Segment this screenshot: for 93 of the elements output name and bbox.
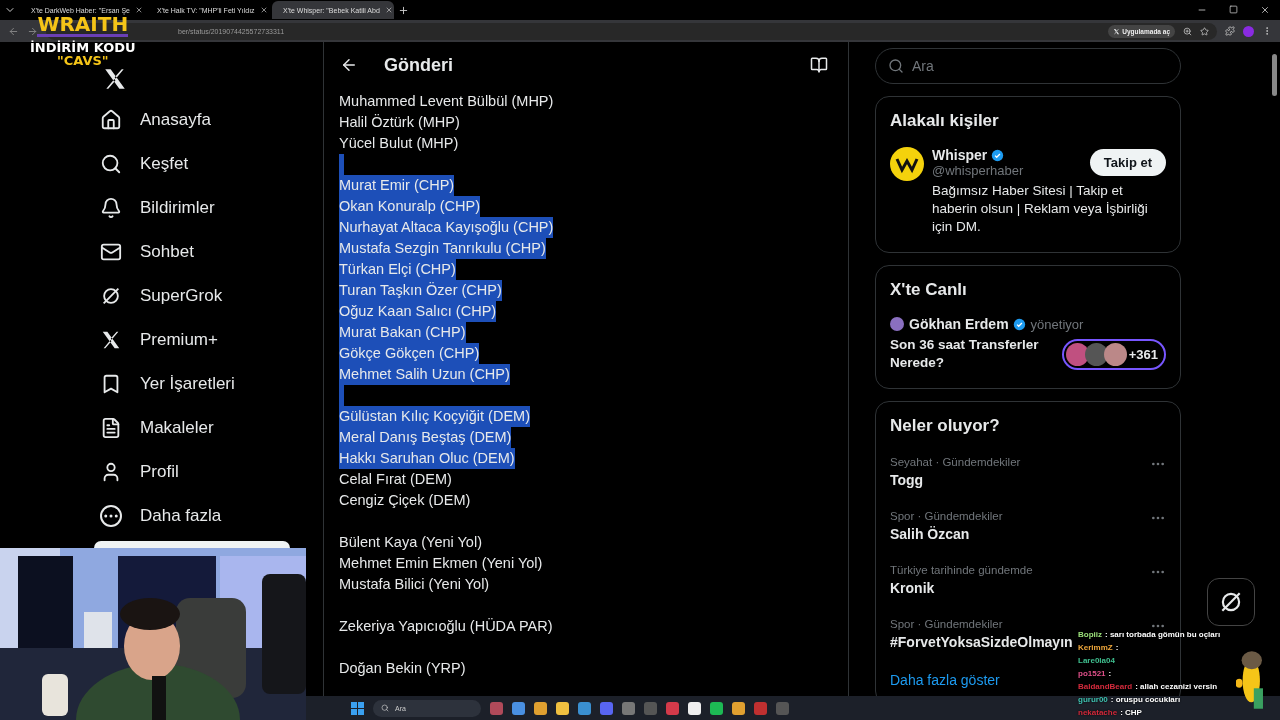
- taskbar-app-icon[interactable]: [534, 701, 547, 715]
- star-icon[interactable]: [1200, 26, 1209, 36]
- search-icon: [100, 153, 122, 175]
- promo-code: "CAVS": [56, 54, 109, 67]
- chat-message: :: [1108, 669, 1112, 678]
- grok-icon: [100, 285, 122, 307]
- live-topic[interactable]: Son 36 saat Transferler Nerede?: [890, 336, 1054, 372]
- post-text-line: Celal Fırat (DEM): [339, 470, 452, 489]
- nav-item[interactable]: Daha fazla: [100, 494, 323, 538]
- nav-item[interactable]: Anasayfa: [100, 98, 323, 142]
- card-title: X'te Canlı: [890, 280, 968, 300]
- windows-start-icon[interactable]: [351, 701, 364, 715]
- nav-item[interactable]: Sohbet: [100, 230, 323, 274]
- x-logo-icon: [100, 329, 122, 351]
- chat-message: : oruspu cocukları: [1110, 695, 1181, 704]
- verified-badge-icon: [991, 148, 1005, 162]
- taskbar-app-icon[interactable]: [732, 701, 745, 715]
- chat-message: : allah cezanizi versin: [1135, 682, 1218, 691]
- card-title: Neler oluyor?: [890, 416, 1001, 436]
- close-icon[interactable]: [135, 6, 142, 14]
- whisper-avatar[interactable]: [890, 147, 924, 181]
- post-text-line: Cengiz Çiçek (DEM): [339, 491, 471, 510]
- post-text-line: Muhammed Levent Bülbül (MHP): [339, 92, 554, 111]
- chat-username: KerimmZ: [1078, 643, 1113, 652]
- back-icon[interactable]: [340, 56, 358, 74]
- chat-username: gurur00: [1078, 695, 1108, 704]
- post-text-line: Halil Öztürk (MHP): [339, 113, 460, 132]
- nav-item[interactable]: Makaleler: [100, 406, 323, 450]
- show-more-link[interactable]: Daha fazla göster: [890, 672, 1000, 688]
- trend-topic[interactable]: Togg: [890, 472, 1021, 488]
- promo-text: İNDİRİM KODU: [30, 41, 136, 54]
- book-icon[interactable]: [810, 56, 828, 74]
- close-icon[interactable]: [384, 6, 393, 14]
- taskbar-app-icon[interactable]: [556, 701, 569, 715]
- taskbar-app-icon[interactable]: [710, 701, 723, 715]
- new-tab-icon[interactable]: [398, 4, 409, 16]
- nav-item[interactable]: Premium+: [100, 318, 323, 362]
- search-icon: [888, 58, 904, 74]
- grok-button[interactable]: [1207, 578, 1255, 626]
- zoom-icon[interactable]: [1183, 26, 1192, 36]
- host-role: yönetiyor: [1030, 316, 1084, 332]
- chat-message: : sarı torbada gömün bu oçları: [1105, 630, 1221, 639]
- close-icon[interactable]: [1260, 5, 1270, 15]
- chat-message: : CHP: [1120, 708, 1142, 717]
- home-icon: [100, 109, 122, 131]
- chat-message: :: [1115, 643, 1119, 652]
- nav-item[interactable]: Profil: [100, 450, 323, 494]
- page-title: Gönderi: [384, 54, 454, 76]
- trend-topic[interactable]: Salih Özcan: [890, 526, 1003, 542]
- trend-category: Seyahat · Gündemdekiler: [890, 456, 1021, 468]
- chat-username: BaldandBeard: [1078, 682, 1133, 691]
- account-name[interactable]: Whisper: [932, 147, 988, 163]
- chat-username: Lare0la04: [1078, 656, 1115, 665]
- post-text-line: Yücel Bulut (MHP): [339, 134, 459, 153]
- post-text-line: Mehmet Emin Ekmen (Yeni Yol): [339, 554, 543, 573]
- envelope-icon: [100, 241, 122, 263]
- nav-item[interactable]: Yer İşaretleri: [100, 362, 323, 406]
- trend-category: Türkiye tarihinde gündemde: [890, 564, 1033, 576]
- more-icon: [100, 505, 122, 527]
- trend-topic[interactable]: #ForvetYoksaSizdeOlmayın: [890, 634, 1073, 650]
- post-text-line: Bülent Kaya (Yeni Yol): [339, 533, 482, 552]
- close-icon[interactable]: [259, 6, 268, 14]
- verified-badge-icon: [1012, 317, 1026, 331]
- trend-category: Spor · Gündemdekiler: [890, 510, 1003, 522]
- trend-category: Spor · Gündemdekiler: [890, 618, 1004, 630]
- forward-icon[interactable]: [27, 25, 38, 37]
- taskbar-app-icon[interactable]: [688, 701, 701, 715]
- bell-icon: [100, 197, 122, 219]
- post-text-line: Doğan Bekin (YRP): [339, 659, 466, 678]
- trend-topic[interactable]: Kronik: [890, 580, 1033, 596]
- chat-username: Bopiiz: [1078, 630, 1102, 639]
- account-bio: Bağımsız Haber Sitesi | Takip et haberin olsun | Reklam veya İşbirliği için DM.: [932, 182, 1149, 236]
- listeners-counter[interactable]: +361: [1061, 338, 1166, 370]
- card-title: Alakalı kişiler: [890, 111, 1000, 131]
- host-avatar: [890, 317, 904, 331]
- chat-username: nekatache: [1078, 708, 1118, 717]
- nav-item[interactable]: Bildirimler: [100, 186, 323, 230]
- nav-item[interactable]: SuperGrok: [100, 274, 323, 318]
- follow-button[interactable]: Takip et: [1089, 149, 1166, 176]
- host-name: Gökhan Erdem: [909, 316, 1009, 332]
- nav-item[interactable]: Keşfet: [100, 142, 323, 186]
- promo-brand: WRAITH: [37, 14, 129, 37]
- maximize-icon[interactable]: [1229, 5, 1238, 14]
- account-handle: @whisperhaber: [932, 163, 1025, 178]
- search-placeholder: Ara: [912, 58, 934, 74]
- search-icon: [381, 704, 389, 712]
- post-text-line: Mustafa Bilici (Yeni Yol): [339, 575, 490, 594]
- x-logo-icon: [102, 66, 128, 92]
- x-logo-icon: [1113, 27, 1121, 35]
- post-text-line: Zekeriya Yapıcıoğlu (HÜDA PAR): [339, 617, 553, 636]
- chat-username: po1521: [1078, 669, 1106, 678]
- document-icon: [100, 417, 122, 439]
- extensions-icon[interactable]: [1225, 26, 1235, 36]
